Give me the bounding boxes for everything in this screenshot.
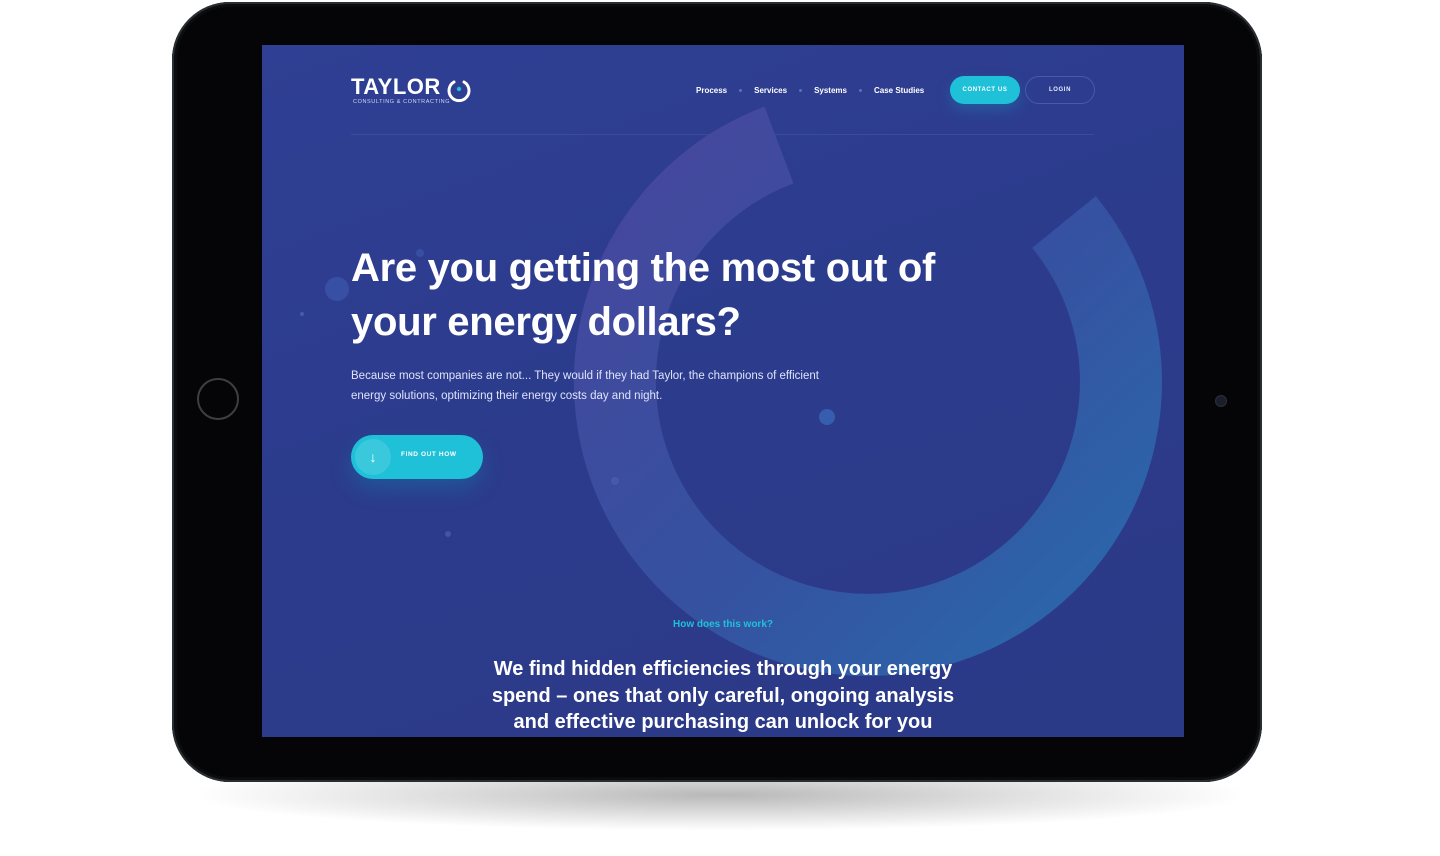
hero-title: Are you getting the most out of your ene… xyxy=(351,246,936,344)
nav-item-systems[interactable]: Systems xyxy=(814,86,847,95)
nav-item-process[interactable]: Process xyxy=(696,86,727,95)
tablet-screen: TAYLOR CONSULTING & CONTRACTING Process … xyxy=(262,45,1184,737)
camera-icon xyxy=(1216,396,1226,406)
taylor-logo[interactable]: TAYLOR CONSULTING & CONTRACTING xyxy=(351,75,491,109)
nav-item-services[interactable]: Services xyxy=(754,86,787,95)
how-it-works-title: We find hidden efficiencies through your… xyxy=(491,658,955,733)
arrow-down-icon: ↓ xyxy=(355,439,391,475)
decor-dot xyxy=(300,312,304,316)
decor-dot xyxy=(445,531,451,537)
decor-dot xyxy=(325,277,349,301)
logo-tagline: CONSULTING & CONTRACTING xyxy=(353,99,451,105)
find-out-how-button[interactable]: ↓ FIND OUT HOW xyxy=(351,435,483,479)
nav-separator xyxy=(858,88,862,92)
login-button[interactable]: LOGIN xyxy=(1025,76,1095,104)
nav-separator xyxy=(739,88,743,92)
nav-item-case-studies[interactable]: Case Studies xyxy=(874,86,924,95)
nav-divider xyxy=(351,134,1094,135)
main-nav: Process Services Systems Case Studies xyxy=(696,83,924,97)
logo-power-icon xyxy=(447,80,471,103)
find-out-how-label: FIND OUT HOW xyxy=(401,451,457,458)
logo-wordmark: TAYLOR xyxy=(351,74,441,99)
decor-dot xyxy=(611,477,619,485)
hero-description: Because most companies are not... They w… xyxy=(351,370,819,402)
nav-separator xyxy=(799,88,803,92)
how-it-works-eyebrow: How does this work? xyxy=(672,619,773,630)
decor-dot xyxy=(819,409,835,425)
home-button-icon xyxy=(197,378,239,420)
contact-us-button[interactable]: CONTACT US xyxy=(950,76,1020,104)
